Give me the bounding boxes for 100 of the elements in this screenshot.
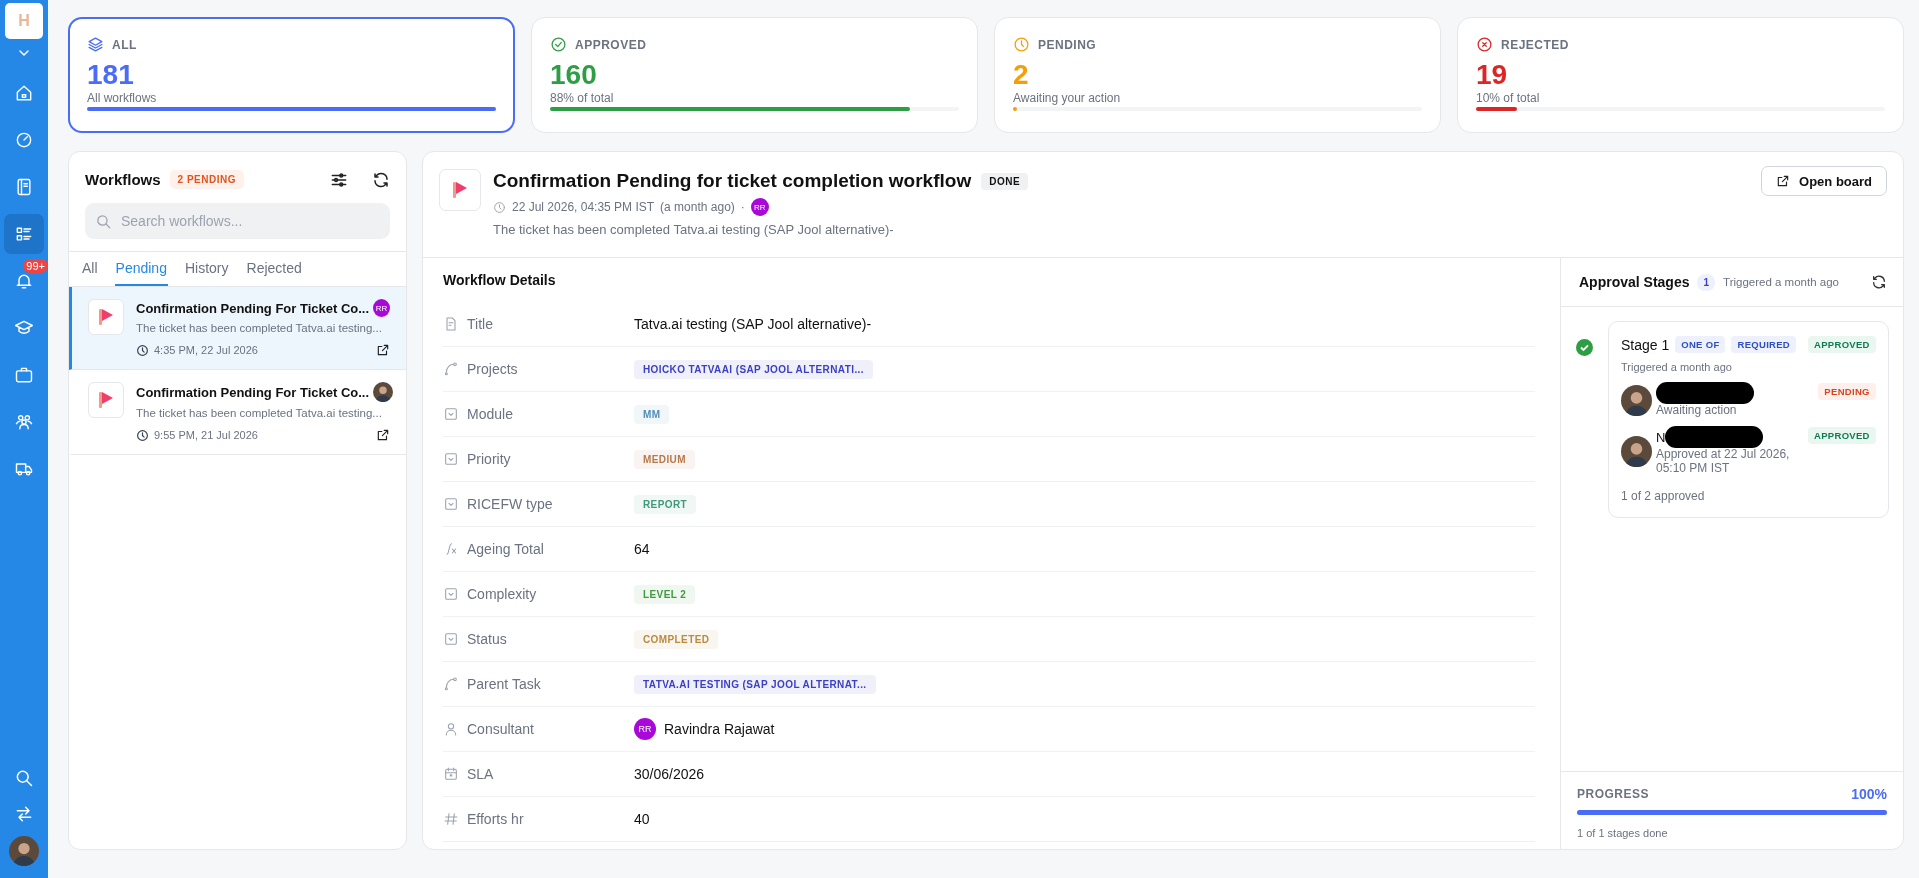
search-icon	[14, 768, 34, 788]
dropdown-icon	[443, 451, 459, 467]
external-link-icon[interactable]	[376, 343, 390, 357]
stage-tag: REQUIRED	[1731, 336, 1797, 353]
consultant-name: Ravindra Rajawat	[664, 721, 775, 737]
dropdown-icon	[443, 631, 459, 647]
field-label: Parent Task	[467, 676, 541, 692]
refresh-icon[interactable]	[1871, 274, 1887, 290]
external-link-icon[interactable]	[376, 428, 390, 442]
separator-dot: ·	[740, 200, 745, 214]
stat-value: 19	[1476, 59, 1509, 91]
stat-caption: 10% of total	[1476, 91, 1541, 105]
stat-caption: Awaiting your action	[1013, 91, 1122, 105]
workflow-description: The ticket has been completed Tatva.ai testing...	[136, 322, 383, 334]
field-tag: MEDIUM	[634, 449, 695, 469]
field-label: Status	[467, 631, 507, 647]
workflow-date: 22 Jul 2026, 04:35 PM IST	[512, 200, 655, 214]
workflow-description: The ticket has been completed Tatva.ai testing (SAP Jool alternative)-	[493, 222, 895, 237]
gauge-icon	[14, 130, 34, 150]
external-link-icon	[1776, 174, 1791, 188]
relative-time: (a month ago)	[660, 200, 735, 214]
user-avatar[interactable]	[9, 836, 39, 866]
status-tag: DONE	[981, 172, 1029, 190]
field-label: Consultant	[467, 721, 534, 737]
workflow-heading: Confirmation Pending for ticket completion workflow	[493, 170, 972, 192]
stat-card[interactable]: ALL 181 All workflows	[68, 17, 515, 133]
open-board-button[interactable]: Open board	[1761, 166, 1887, 196]
avatar-silhouette	[373, 382, 394, 402]
stage-status: APPROVED	[1808, 336, 1876, 353]
approver-status: PENDING	[1818, 383, 1876, 400]
clock-icon	[136, 343, 149, 357]
workflow-item[interactable]: Confirmation Pending For Ticket Co... The ticket has been completed Tatva.ai testing... 9:55 PM, 21 Jul 2026	[69, 370, 406, 455]
formula-icon	[443, 541, 459, 557]
stat-card[interactable]: REJECTED 19 10% of total	[1457, 17, 1904, 133]
workflow-time: 9:55 PM, 21 Jul 2026	[154, 429, 258, 441]
filter-tab[interactable]: Rejected	[245, 252, 303, 286]
triggered-time: Triggered a month ago	[1723, 276, 1839, 288]
stage-count: 1	[1697, 273, 1716, 291]
check-circle-icon	[550, 36, 567, 53]
approver-status: APPROVED	[1808, 427, 1876, 444]
filter-sliders-icon[interactable]	[330, 170, 348, 189]
initials-avatar: RR	[750, 198, 769, 216]
stage-triggered: Triggered a month ago	[1621, 361, 1733, 373]
pending-count: 2 PENDING	[169, 170, 244, 189]
field-label: Projects	[467, 361, 518, 377]
avatar-silhouette	[9, 836, 39, 866]
workflow-title: Confirmation Pending For Ticket Co...	[136, 384, 370, 400]
field-value: 30/06/2026	[634, 766, 705, 782]
x-circle-icon	[1476, 36, 1493, 53]
workflow-item[interactable]: Confirmation Pending For Ticket Co... RR The ticket has been completed Tatva.ai testing... 4:35 PM, 22 Jul 2026	[69, 287, 406, 370]
list-icon	[14, 224, 34, 244]
field-tag: MM	[634, 404, 670, 424]
clock-icon	[493, 200, 506, 214]
avatar-silhouette	[1621, 384, 1652, 416]
search-icon	[95, 213, 112, 230]
dropdown-icon	[443, 496, 459, 512]
workflow-description: The ticket has been completed Tatva.ai testing...	[136, 407, 383, 419]
field-value: 64	[634, 541, 650, 557]
approver-note: Approved at 22 Jul 2026, 05:10 PM IST	[1656, 447, 1791, 475]
stat-value: 160	[550, 59, 598, 91]
field-tag: LEVEL 2	[634, 584, 696, 604]
layers-icon	[87, 36, 104, 53]
field-label: RICEFW type	[467, 496, 553, 512]
flag-icon	[98, 391, 114, 409]
stat-card[interactable]: PENDING 2 Awaiting your action	[994, 17, 1441, 133]
stat-label: PENDING	[1038, 37, 1097, 52]
field-label: Complexity	[467, 586, 537, 602]
notification-badge: 99+	[23, 259, 48, 273]
home-icon	[14, 83, 34, 103]
stat-label: APPROVED	[575, 37, 647, 52]
field-tag: TATVA.AI TESTING (SAP JOOL ALTERNAT...	[634, 674, 876, 694]
stat-label: ALL	[112, 37, 137, 52]
field-tag: COMPLETED	[634, 629, 719, 649]
curve-icon	[443, 676, 459, 692]
filter-tab[interactable]: All	[81, 252, 99, 286]
refresh-icon[interactable]	[372, 170, 390, 189]
filter-tab[interactable]: History	[183, 252, 230, 286]
user-icon	[443, 721, 459, 737]
stat-card[interactable]: APPROVED 160 88% of total	[531, 17, 978, 133]
calendar-icon	[443, 766, 459, 782]
field-label: Priority	[467, 451, 511, 467]
sidebar-item[interactable]	[4, 214, 44, 254]
section-title: Workflow Details	[443, 272, 557, 288]
briefcase-icon	[14, 365, 34, 385]
field-tag: REPORT	[634, 494, 697, 514]
field-label: SLA	[467, 766, 494, 782]
field-label: Module	[467, 406, 513, 422]
progress-value: 100%	[1851, 786, 1887, 802]
swap-arrows-icon	[14, 804, 34, 824]
initials-avatar: RR	[373, 299, 390, 317]
stage-summary: 1 of 2 approved	[1621, 489, 1706, 503]
panel-title: Workflows	[85, 171, 161, 188]
approval-title: Approval Stages	[1579, 274, 1690, 290]
stat-label: REJECTED	[1501, 37, 1569, 52]
flag-icon	[98, 308, 114, 326]
search-field[interactable]: Search workflows...	[85, 203, 390, 239]
field-value: 40	[634, 811, 650, 827]
approver-name: N	[1656, 429, 1666, 445]
field-label: Ageing Total	[467, 541, 544, 557]
curve-icon	[443, 361, 459, 377]
